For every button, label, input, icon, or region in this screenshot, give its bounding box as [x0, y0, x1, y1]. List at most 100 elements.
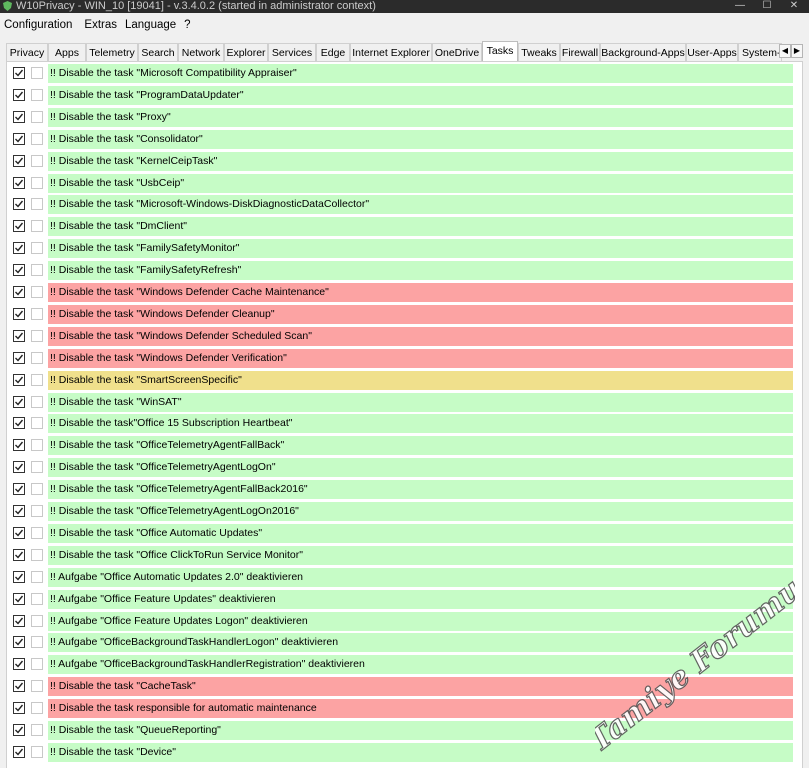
apply-checkbox[interactable] [13, 286, 25, 298]
apply-checkbox[interactable] [13, 505, 25, 517]
tab-firewall[interactable]: Firewall [560, 43, 600, 61]
tab-tweaks[interactable]: Tweaks [518, 43, 560, 61]
secondary-checkbox[interactable] [31, 658, 43, 671]
tab-scroll-left-icon[interactable]: ◀ [779, 44, 791, 58]
task-row[interactable]: !! Disable the task "WinSAT" [6, 392, 793, 412]
task-row[interactable]: !! Disable the task "Proxy" [6, 107, 793, 127]
secondary-checkbox[interactable] [31, 724, 43, 736]
tab-telemetry[interactable]: Telemetry [86, 43, 138, 61]
secondary-checkbox[interactable] [31, 680, 43, 693]
secondary-checkbox[interactable] [31, 417, 43, 430]
tab-services[interactable]: Services [268, 43, 316, 61]
task-row[interactable]: !! Aufgabe "Office Feature Updates" deak… [6, 589, 793, 609]
minimize-button[interactable]: — [725, 0, 755, 13]
apply-checkbox[interactable] [13, 680, 25, 693]
apply-checkbox[interactable] [13, 395, 25, 408]
apply-checkbox[interactable] [13, 548, 25, 561]
task-row[interactable]: !! Aufgabe "OfficeBackgroundTaskHandlerL… [6, 633, 793, 653]
apply-checkbox[interactable] [13, 154, 25, 167]
tab-onedrive[interactable]: OneDrive [432, 43, 482, 61]
tab-user-apps[interactable]: User-Apps [686, 43, 738, 61]
task-row[interactable]: !! Disable the task "Windows Defender Sc… [6, 326, 793, 346]
tab-internet-explorer[interactable]: Internet Explorer [350, 43, 432, 61]
task-row[interactable]: !! Disable the task"Office 15 Subscripti… [6, 414, 793, 434]
secondary-checkbox[interactable] [31, 745, 43, 758]
close-button[interactable]: ✕ [779, 0, 809, 13]
secondary-checkbox[interactable] [31, 439, 43, 452]
secondary-checkbox[interactable] [31, 702, 43, 715]
tab-apps[interactable]: Apps [48, 43, 86, 61]
task-row[interactable]: !! Disable the task "Device" [6, 742, 793, 762]
apply-checkbox[interactable] [13, 264, 25, 277]
apply-checkbox[interactable] [13, 110, 25, 123]
tab-edge[interactable]: Edge [316, 43, 350, 61]
secondary-checkbox[interactable] [31, 614, 43, 627]
task-row[interactable]: !! Disable the task "ProgramDataUpdater" [6, 85, 793, 105]
tab-scroll-right-icon[interactable]: ▶ [791, 44, 803, 58]
secondary-checkbox[interactable] [31, 636, 43, 649]
apply-checkbox[interactable] [13, 220, 25, 233]
secondary-checkbox[interactable] [31, 154, 43, 167]
apply-checkbox[interactable] [13, 67, 25, 79]
secondary-checkbox[interactable] [31, 220, 43, 233]
secondary-checkbox[interactable] [31, 132, 43, 145]
task-row[interactable]: !! Aufgabe "OfficeBackgroundTaskHandlerR… [6, 655, 793, 675]
task-row[interactable]: !! Disable the task "Office Automatic Up… [6, 523, 793, 543]
apply-checkbox[interactable] [13, 351, 25, 364]
task-row[interactable]: !! Disable the task "OfficeTelemetryAgen… [6, 502, 793, 521]
apply-checkbox[interactable] [13, 614, 25, 627]
task-row[interactable]: !! Disable the task "OfficeTelemetryAgen… [6, 458, 793, 478]
secondary-checkbox[interactable] [31, 242, 43, 255]
tab-search[interactable]: Search [138, 43, 178, 61]
apply-checkbox[interactable] [13, 636, 25, 649]
apply-checkbox[interactable] [13, 242, 25, 255]
secondary-checkbox[interactable] [31, 461, 43, 474]
task-row[interactable]: !! Disable the task "Microsoft-Windows-D… [6, 195, 793, 215]
menu-configuration[interactable]: Configuration [0, 15, 76, 35]
secondary-checkbox[interactable] [31, 483, 43, 496]
task-row[interactable]: !! Disable the task "UsbCeip" [6, 173, 793, 193]
apply-checkbox[interactable] [13, 176, 25, 189]
task-row[interactable]: !! Disable the task responsible for auto… [6, 699, 793, 719]
task-row[interactable]: !! Disable the task "QueueReporting" [6, 721, 793, 740]
secondary-checkbox[interactable] [31, 198, 43, 211]
task-row[interactable]: !! Disable the task "DmClient" [6, 217, 793, 237]
apply-checkbox[interactable] [13, 439, 25, 452]
task-row[interactable]: !! Disable the task "OfficeTelemetryAgen… [6, 480, 793, 500]
menu-help[interactable]: ? [180, 15, 194, 35]
apply-checkbox[interactable] [13, 417, 25, 430]
tab-system-apps[interactable]: System-A [738, 43, 782, 61]
tab-privacy[interactable]: Privacy [6, 43, 48, 61]
apply-checkbox[interactable] [13, 198, 25, 211]
task-row[interactable]: !! Disable the task "FamilySafetyRefresh… [6, 261, 793, 281]
maximize-button[interactable]: ☐ [752, 0, 782, 13]
apply-checkbox[interactable] [13, 461, 25, 474]
task-row[interactable]: !! Disable the task "SmartScreenSpecific… [6, 370, 793, 390]
task-row[interactable]: !! Disable the task "KernelCeipTask" [6, 151, 793, 171]
secondary-checkbox[interactable] [31, 110, 43, 123]
task-row[interactable]: !! Disable the task "OfficeTelemetryAgen… [6, 436, 793, 456]
apply-checkbox[interactable] [13, 745, 25, 758]
apply-checkbox[interactable] [13, 724, 25, 736]
secondary-checkbox[interactable] [31, 373, 43, 386]
menu-extras[interactable]: Extras [80, 15, 121, 35]
secondary-checkbox[interactable] [31, 592, 43, 605]
secondary-checkbox[interactable] [31, 395, 43, 408]
task-row[interactable]: !! Disable the task "Office ClickToRun S… [6, 545, 793, 565]
apply-checkbox[interactable] [13, 592, 25, 605]
task-row[interactable]: !! Disable the task "FamilySafetyMonitor… [6, 239, 793, 259]
secondary-checkbox[interactable] [31, 526, 43, 539]
secondary-checkbox[interactable] [31, 176, 43, 189]
apply-checkbox[interactable] [13, 373, 25, 386]
secondary-checkbox[interactable] [31, 351, 43, 364]
tab-explorer[interactable]: Explorer [224, 43, 268, 61]
apply-checkbox[interactable] [13, 483, 25, 496]
secondary-checkbox[interactable] [31, 548, 43, 561]
secondary-checkbox[interactable] [31, 264, 43, 277]
task-row[interactable]: !! Disable the task "CacheTask" [6, 677, 793, 697]
apply-checkbox[interactable] [13, 88, 25, 101]
tab-network[interactable]: Network [178, 43, 224, 61]
apply-checkbox[interactable] [13, 526, 25, 539]
task-row[interactable]: !! Aufgabe "Office Automatic Updates 2.0… [6, 567, 793, 587]
apply-checkbox[interactable] [13, 132, 25, 145]
